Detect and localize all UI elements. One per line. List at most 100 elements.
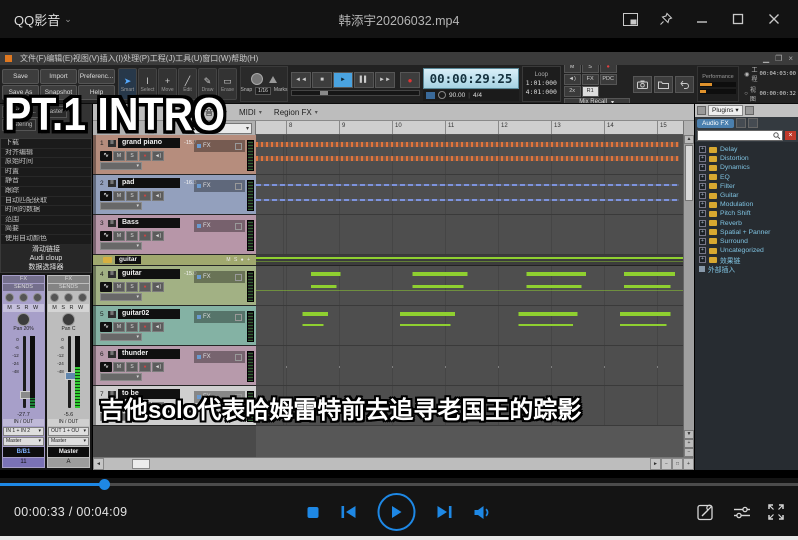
mix-toggle-button[interactable]: PDC <box>600 74 617 85</box>
fader-rail[interactable] <box>68 336 71 408</box>
expand-icon[interactable]: + <box>699 247 706 254</box>
track-fx-bin[interactable]: FX <box>194 180 245 192</box>
clip-lane[interactable] <box>256 135 683 175</box>
forward-button[interactable]: ►► <box>375 72 395 88</box>
track-arm-button[interactable]: ● <box>139 151 151 161</box>
track-input-dropdown[interactable]: ▾ <box>100 242 142 250</box>
fx-add-icon[interactable] <box>235 274 242 281</box>
sends-section-label[interactable]: SENDS <box>3 284 44 291</box>
knob-icon[interactable] <box>19 293 28 302</box>
plugin-folder-row[interactable]: + EQ <box>695 173 798 182</box>
folder-track-buttons[interactable]: M S ● + <box>226 257 251 263</box>
daw-menu-item[interactable]: 工程(J) <box>150 54 175 63</box>
minimize-icon[interactable] <box>688 6 716 32</box>
daw-menu-item[interactable]: 工具(U) <box>175 54 202 63</box>
clip-lane[interactable] <box>256 215 683 255</box>
track-fx-bin[interactable]: FX <box>194 311 245 323</box>
context-menu-footer-item[interactable]: 数据选择器 <box>1 263 91 272</box>
clip-lane[interactable] <box>256 266 683 306</box>
folder-icon[interactable] <box>654 76 673 93</box>
plugin-folder-label[interactable]: Reverb <box>720 220 742 227</box>
plugins-tab[interactable]: Plugins▾ <box>708 105 743 116</box>
ruler-tick[interactable]: 12 <box>498 121 551 134</box>
plugin-leaf-row[interactable]: 外部插入 <box>695 264 798 273</box>
time-signature[interactable]: 4/4 <box>473 92 482 99</box>
plugin-leaf-label[interactable]: 外部插入 <box>708 264 735 274</box>
ruler-tick[interactable]: 8 <box>286 121 339 134</box>
ruler-tick[interactable]: 9 <box>339 121 392 134</box>
fx-add-icon[interactable] <box>235 223 242 230</box>
context-menu-item[interactable]: 时间的数据 <box>1 206 91 216</box>
plugin-folder-row[interactable]: + Surround <box>695 237 798 246</box>
track-arm-button[interactable]: ● <box>139 282 151 292</box>
track-widget-icon[interactable]: ≣ <box>108 271 116 278</box>
tempo-value[interactable]: 90.00 <box>449 92 465 99</box>
scroll-left-icon[interactable]: ◄ <box>93 458 104 470</box>
track-input-dropdown[interactable]: ▾ <box>100 293 142 301</box>
pin-icon[interactable] <box>652 6 680 32</box>
clip-lane[interactable] <box>256 175 683 215</box>
plugin-folder-label[interactable]: Guitar <box>720 192 739 199</box>
volume-icon[interactable] <box>474 505 492 520</box>
plugin-folder-label[interactable]: Filter <box>720 183 735 190</box>
strip-buttons[interactable]: M S R W <box>48 304 89 312</box>
expand-icon[interactable]: + <box>699 229 706 236</box>
track-widget-icon[interactable]: ≣ <box>108 351 116 358</box>
context-menu-item[interactable]: 时置 <box>1 168 91 178</box>
scroll-up-icon[interactable]: ▲ <box>684 135 694 144</box>
clip-lane[interactable] <box>256 346 683 386</box>
clip-lane[interactable] <box>256 306 683 346</box>
knob-icon[interactable] <box>33 293 42 302</box>
file-button[interactable]: Save <box>2 69 39 84</box>
video-surface[interactable]: 文件(F)编辑(E)视图(V)插入(I)处理(P)工程(J)工具(U)窗口(W)… <box>0 38 798 478</box>
ruler-tick[interactable]: 13 <box>551 121 604 134</box>
fx-add-icon[interactable] <box>235 354 242 361</box>
fader-rail[interactable] <box>23 336 26 408</box>
fx-section-label[interactable]: FX <box>48 276 89 283</box>
sort-icon[interactable] <box>748 118 758 128</box>
hscroll-track[interactable] <box>104 458 650 470</box>
track-echo-button[interactable]: ◄) <box>152 151 164 161</box>
track-echo-button[interactable]: ◄) <box>152 362 164 372</box>
input-dropdown[interactable]: OUT 1 + OU▾ <box>48 427 89 436</box>
daw-menu-item[interactable]: 帮助(H) <box>231 54 258 63</box>
track-arm-button[interactable]: ● <box>139 322 151 332</box>
project-time-row[interactable]: ○ 视图 00:00:00:32 <box>744 85 796 103</box>
context-menu-item[interactable]: 静音 <box>1 177 91 187</box>
markers-icon[interactable] <box>269 76 277 83</box>
project-time-row[interactable]: ◉ 工程 00:04:03:00 <box>744 65 796 83</box>
plugin-folder-label[interactable]: Distortion <box>720 155 749 162</box>
ruler-tick[interactable]: 14 <box>604 121 657 134</box>
scroll-right-icon[interactable]: ► <box>650 458 661 470</box>
folder-clip-lane[interactable] <box>256 255 683 266</box>
mix-toggle-button[interactable]: M <box>564 65 581 73</box>
track-widget-icon[interactable]: ≣ <box>108 180 116 187</box>
hzoom-fit-icon[interactable]: □ <box>672 458 683 470</box>
track-name[interactable]: guitar02 <box>118 309 180 319</box>
plugin-folder-row[interactable]: + Guitar <box>695 191 798 200</box>
track-mute-button[interactable]: M <box>113 362 125 372</box>
clips-empty-area[interactable] <box>256 426 683 457</box>
expand-icon[interactable]: + <box>699 174 706 181</box>
mix-toggle-button[interactable]: ◄) <box>564 74 581 85</box>
plugin-folder-row[interactable]: + Modulation <box>695 200 798 209</box>
plugin-folder-row[interactable]: + Spatial + Panner <box>695 228 798 237</box>
plugin-folder-row[interactable]: + Uncategorized <box>695 246 798 255</box>
snap-icon[interactable] <box>251 73 263 85</box>
sync-icon[interactable] <box>438 91 446 99</box>
track-fx-bin[interactable]: FX <box>194 271 245 283</box>
track-solo-button[interactable]: S <box>126 322 138 332</box>
context-menu-footer-item[interactable]: 滑动链接 <box>1 245 91 254</box>
folder-track-name[interactable]: guitar <box>115 256 141 264</box>
record-button[interactable]: ● <box>400 72 420 88</box>
progress-bar[interactable] <box>0 483 798 486</box>
metronome-icon[interactable] <box>426 92 435 99</box>
clear-search-icon[interactable]: × <box>785 131 796 140</box>
fx-section-label[interactable]: FX <box>3 276 44 283</box>
fx-add-icon[interactable] <box>235 143 242 150</box>
track-input-dropdown[interactable]: ▾ <box>100 202 142 210</box>
pan-control[interactable]: Pan C <box>48 313 89 332</box>
track-name[interactable]: Bass <box>118 218 180 228</box>
hscroll-thumb[interactable] <box>132 459 150 469</box>
plugin-folder-row[interactable]: + Delay <box>695 145 798 154</box>
